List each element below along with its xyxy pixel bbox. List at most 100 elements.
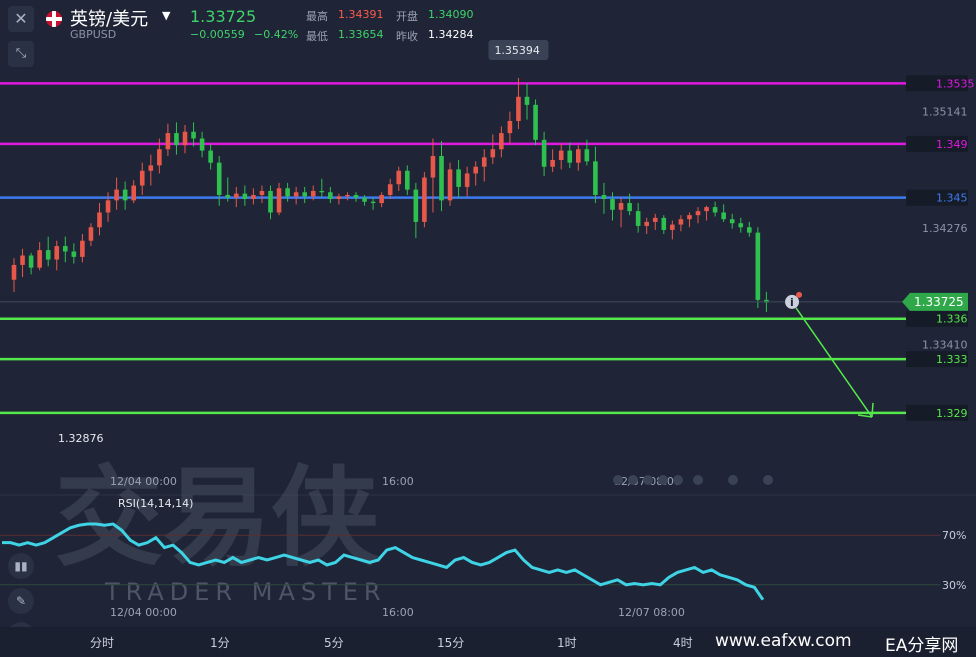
candle-body [379,194,384,204]
candle-body [131,185,136,201]
tab-timeframe-15m[interactable]: 15分 [437,634,464,651]
price-axis-label: 1.34276 [922,222,968,235]
level-label: 1.336 [936,313,968,326]
candle-body [157,149,162,166]
pencil-icon: ✎ [15,594,27,608]
candle-body [268,190,273,213]
open-value: 1.34090 [428,8,474,21]
candle-body [199,138,205,151]
candle-body [610,199,615,210]
candle-body [319,190,325,193]
candle-body [695,211,701,216]
event-marker [658,475,668,485]
tab-timeframe-1h[interactable]: 1时 [557,634,577,651]
price-change: −0.00559 [190,28,245,41]
candle-body [729,219,735,224]
info-icon-glyph: i [790,296,794,309]
candle-body [670,224,675,230]
time-label: 16:00 [382,475,414,488]
draw-button[interactable]: ✎ [8,588,34,614]
candle-body [293,192,299,197]
candle-body [550,160,555,167]
candle-body [661,217,667,230]
candle-body [88,227,94,241]
candle-body [105,200,111,213]
candle-body [652,217,658,222]
price-chart[interactable]: 交易侠 TRADER MASTER 1.35141 1.34276 1.33410 1… [0,0,976,657]
candle-body [618,203,624,210]
tab-timeframe-5m[interactable]: 5分 [324,634,344,651]
chevron-down-icon[interactable]: ▼ [162,9,170,22]
low-value: 1.33654 [338,28,384,41]
candle-body [490,149,496,158]
candle-body [11,264,17,280]
candle-body [242,193,248,200]
rsi-time-label: 16:00 [382,606,414,619]
event-marker [613,475,623,485]
candle-body [627,203,632,212]
open-label: 开盘 [396,10,418,23]
candle-body [704,207,709,212]
indicator-button[interactable]: ▮▮ [8,553,34,579]
candle-body [259,190,265,195]
candle-body [481,157,487,167]
price-axis-label: 1.35141 [922,105,968,118]
candle-body [63,246,68,252]
low-marker: 1.32876 [58,432,104,445]
candle-body [687,215,692,220]
candle-body [345,194,350,197]
candle-body [456,169,461,187]
site-watermark: www.eafxw.com [715,631,852,651]
candle-body [387,184,393,195]
close-button[interactable]: ✕ [8,6,34,32]
candle-body [174,133,179,146]
candle-body [524,96,530,105]
rsi-level-label: 70% [942,529,966,542]
candle-body [712,207,718,213]
candle-body [558,150,564,161]
candle-body [738,223,744,228]
event-marker [673,475,683,485]
candle-body [122,189,128,201]
tab-timeframe-1m[interactable]: 1分 [210,634,230,651]
candle-body [473,166,478,174]
candle-body [405,170,410,190]
candle-body [353,194,359,198]
candle-body [439,155,444,201]
candle-body [139,170,145,186]
candle-body [328,192,333,200]
candle-body [20,255,25,265]
candle-body [336,196,342,200]
candle-body [747,227,752,233]
candle-body [37,250,42,268]
tab-timeframe-tick[interactable]: 分时 [90,634,114,651]
candle-body [285,188,290,197]
event-marker [693,475,703,485]
instrument-symbol: GBPUSD [70,28,117,41]
expand-button[interactable]: ⤡ [8,41,34,67]
candle-body [216,162,222,195]
level-label: 1.345 [936,192,968,205]
close-icon: ✕ [14,9,28,28]
watermark: 交易侠 TRADER MASTER [55,456,381,606]
candle-body [516,96,521,121]
candle-body [208,150,213,163]
candle-body [422,177,427,222]
candle-body [191,131,196,139]
candle-body [755,232,761,300]
candle-body [464,173,470,187]
candle-body [28,255,34,268]
candle-body [45,250,51,260]
rsi-time-label: 12/07 08:00 [618,606,685,619]
high-label: 最高 [306,10,328,23]
tab-timeframe-4h[interactable]: 4时 [673,634,693,651]
site-watermark-2: EA分享网 [885,636,959,656]
candle-body [165,133,171,150]
current-price-label: 1.33725 [914,295,964,309]
rsi-time-label: 12/04 00:00 [110,606,177,619]
event-marker [728,475,738,485]
candle-body [302,192,307,197]
candle-body [310,190,316,197]
level-label: 1.333 [936,353,968,366]
candle-body [71,251,77,257]
